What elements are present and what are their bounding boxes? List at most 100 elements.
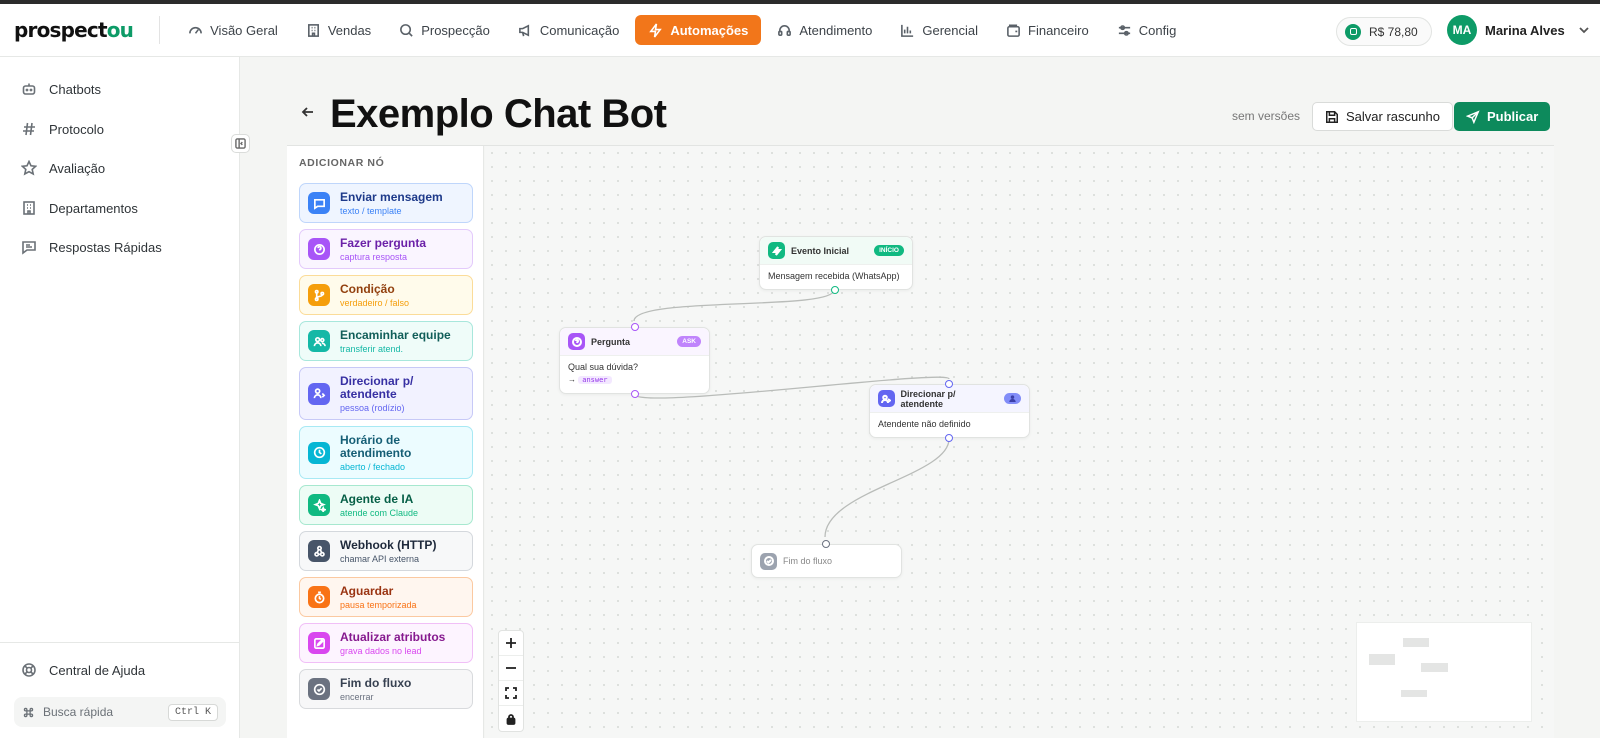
lock-button[interactable] [499,706,523,731]
collapse-sidebar-button[interactable] [231,134,250,153]
user-arrow-icon [878,390,895,407]
wallet-icon [1007,24,1020,37]
zoom-out-button[interactable] [499,656,523,681]
palette-item-subtitle: aberto / fechado [340,461,406,472]
nav-visao-geral[interactable]: Visão Geral [176,15,290,45]
sidebar-item-departamentos[interactable]: Departamentos [21,200,138,216]
variable-tag: answer [578,376,612,384]
send-icon [1466,109,1480,124]
user-menu[interactable]: MA Marina Alves [1447,15,1589,45]
palette-item-encaminhar-equipe[interactable]: Encaminhar equipe transferir atend. [299,321,473,361]
palette-item-label: Webhook (HTTP) [340,537,437,552]
bot-icon [22,83,36,95]
edge-start-to-question [633,289,835,322]
user-name: Marina Alves [1485,22,1565,38]
panel-left-icon [235,138,246,149]
lightning-icon [768,242,785,259]
quick-search[interactable]: Busca rápida Ctrl K [14,697,226,727]
palette-item-fim-fluxo[interactable]: Fim do fluxo encerrar [299,669,473,709]
check-circle-icon [760,552,777,570]
bar-chart-icon [901,24,914,37]
node-direct-agent[interactable]: Direcionar p/ atendente Atendente não de… [869,380,1030,442]
palette-item-enviar-mensagem[interactable]: Enviar mensagem texto / template [299,183,473,223]
nav-prospeccao[interactable]: Prospecção [387,15,502,45]
app-logo[interactable]: prospectou [14,18,134,42]
palette-item-subtitle: captura resposta [340,251,408,262]
status-badge: INÍCIO [874,245,904,256]
nav-comunicacao[interactable]: Comunicação [506,15,632,45]
palette-item-fazer-pergunta[interactable]: Fazer pergunta captura resposta [299,229,473,269]
nav-config[interactable]: Config [1105,15,1189,45]
palette-item-agente-ia[interactable]: Agente de IA atende com Claude [299,485,473,525]
webhook-icon [308,540,330,562]
command-icon [23,707,34,717]
sidebar-item-protocolo[interactable]: Protocolo [21,121,104,137]
node-header: Direcionar p/ atendente [870,385,1029,413]
palette-item-label: Atualizar atributos [340,629,446,644]
balance-pill[interactable]: R$ 78,80 [1336,17,1432,46]
fullscreen-icon [505,687,517,699]
versions-status: sem versões [1232,109,1301,123]
sidebar-item-respostas-rapidas[interactable]: Respostas Rápidas [21,239,162,255]
message-reply-icon [22,241,36,255]
top-navigation-bar: prospectou Visão Geral Vendas Prospecção… [0,4,1600,57]
node-end[interactable]: Fim do fluxo [751,540,902,578]
input-handle[interactable] [822,540,830,548]
question-icon [308,238,330,260]
nav-atendimento[interactable]: Atendimento [765,15,884,45]
palette-item-label: Fazer pergunta [340,235,427,250]
palette-item-horario-atendimento[interactable]: Horário de atendimento aberto / fechado [299,426,473,479]
sidebar-divider [0,642,239,643]
node-start-event[interactable]: Evento Inicial INÍCIO Mensagem recebida … [759,236,913,294]
help-center-link[interactable]: Central de Ajuda [21,662,145,678]
editor-header: Exemplo Chat Bot [300,92,667,137]
lock-icon [506,713,516,725]
check-circle-icon [308,678,330,700]
back-button[interactable] [300,104,316,125]
input-handle[interactable] [945,380,953,388]
search-icon [400,23,413,37]
palette-item-condicao[interactable]: Condição verdadeiro / falso [299,275,473,315]
input-handle[interactable] [631,323,639,331]
palette-item-subtitle: grava dados no lead [340,645,422,656]
palette-item-label: Aguardar [340,583,394,598]
wallet-icon [1345,23,1361,40]
palette-item-label: Enviar mensagem [340,189,443,204]
output-handle[interactable] [945,434,953,442]
palette-item-aguardar[interactable]: Aguardar pausa temporizada [299,577,473,617]
git-branch-icon [308,284,330,306]
nav-gerencial[interactable]: Gerencial [888,15,990,45]
minimap-node [1401,690,1427,697]
flow-canvas[interactable]: Evento Inicial INÍCIO Mensagem recebida … [485,146,1554,738]
main-nav: Visão Geral Vendas Prospecção Comunicaçã… [176,15,1188,45]
edge-agent-to-end [824,438,950,538]
sidebar-item-avaliacao[interactable]: Avaliação [21,160,105,176]
fit-view-button[interactable] [499,681,523,706]
status-badge: ASK [677,336,701,347]
palette-item-label: Agente de IA [340,491,414,506]
save-icon [1326,110,1338,123]
sparkles-icon [308,494,330,516]
zoom-in-button[interactable] [499,631,523,656]
palette-item-direcionar-atendente[interactable]: Direcionar p/ atendente pessoa (rodízio) [299,367,473,420]
node-question[interactable]: Pergunta ASK Qual sua dúvida? → answer [559,323,710,398]
chevron-down-icon [1579,27,1589,34]
node-body: Qual sua dúvida? → answer [568,362,639,384]
output-handle[interactable] [631,390,639,398]
node-body: Atendente não definido [878,419,971,429]
nav-automacoes[interactable]: Automações [635,15,762,45]
output-handle[interactable] [831,286,839,294]
nav-vendas[interactable]: Vendas [294,15,383,45]
avatar: MA [1447,15,1477,45]
palette-item-atualizar-atributos[interactable]: Atualizar atributos grava dados no lead [299,623,473,663]
minimap[interactable] [1356,622,1532,722]
canvas-controls [498,630,524,732]
edit-icon [308,632,330,654]
save-draft-button[interactable]: Salvar rascunho [1312,102,1453,131]
users-icon [308,330,330,352]
palette-item-subtitle: chamar API externa [340,553,420,564]
publish-button[interactable]: Publicar [1454,102,1551,131]
sidebar-item-chatbots[interactable]: Chatbots [21,81,101,97]
palette-item-webhook[interactable]: Webhook (HTTP) chamar API externa [299,531,473,571]
nav-financeiro[interactable]: Financeiro [994,15,1101,45]
